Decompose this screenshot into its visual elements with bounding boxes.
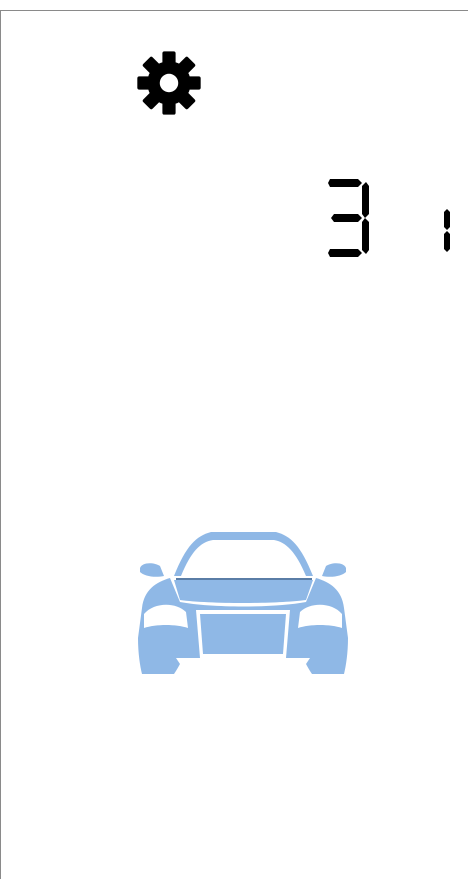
- gear-icon: [137, 51, 201, 115]
- vehicle-display: [136, 528, 350, 678]
- seven-segment-digit-secondary: 1: [440, 208, 454, 254]
- seven-segment-digit-primary: 3: [324, 176, 372, 262]
- car-icon: [138, 532, 348, 674]
- settings-button[interactable]: [136, 50, 202, 116]
- app-frame: [0, 10, 468, 879]
